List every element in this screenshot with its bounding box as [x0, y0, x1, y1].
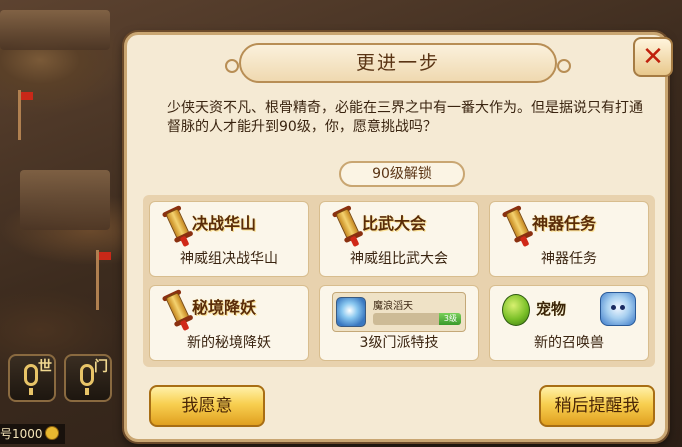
- roof-tiles: [0, 10, 110, 50]
- roof-tiles: [20, 170, 110, 230]
- banner-flag: [99, 252, 111, 260]
- skill-level: 3级: [443, 314, 457, 323]
- feature-icon-text: 秘境降妖: [192, 298, 257, 317]
- accept-button[interactable]: 我愿意: [149, 385, 265, 427]
- scroll-icon: [160, 288, 194, 332]
- skill-preview: 魔浪滔天 3级: [332, 292, 466, 332]
- feature-icon-text: 神器任务: [532, 214, 597, 233]
- beast-icon: [600, 292, 636, 326]
- feature-card-tournament: 比武大会 神威组比武大会: [319, 201, 479, 277]
- skill-icon: [336, 297, 366, 327]
- feature-icon-text: 宠物: [536, 300, 567, 318]
- microphone-stand: [29, 388, 33, 395]
- feature-icon-text: 决战华山: [192, 214, 257, 233]
- feature-caption: 新的秘境降妖: [187, 335, 271, 351]
- feature-icon-text: 比武大会: [362, 214, 427, 233]
- gold-counter: 号1000: [0, 424, 65, 444]
- remind-later-button[interactable]: 稍后提醒我: [539, 385, 655, 427]
- microphone-icon: [24, 364, 38, 386]
- banner-flag: [21, 92, 33, 100]
- voice-sect-button[interactable]: 门: [64, 354, 112, 402]
- scroll-icon: [160, 204, 194, 248]
- feature-card-pet: 宠物 新的召唤兽: [489, 285, 649, 361]
- close-button[interactable]: ✕: [633, 37, 673, 77]
- microphone-icon: [80, 364, 94, 386]
- coin-icon: [44, 426, 59, 440]
- feature-card-sect-skill: 魔浪滔天 3级 3级门派特技: [319, 285, 479, 361]
- feature-caption: 神威组比武大会: [350, 251, 448, 267]
- skill-name: 魔浪滔天: [373, 301, 413, 312]
- unlock-header: 90级解锁: [339, 161, 465, 187]
- feature-card-artifact-quest: 神器任务 神器任务: [489, 201, 649, 277]
- dialog-message: 少侠天资不凡、根骨精奇，必能在三界之中有一番大作为。但是据说只有打通督脉的人才能…: [167, 100, 643, 135]
- feature-caption: 新的召唤兽: [534, 335, 604, 351]
- voice-world-button[interactable]: 世: [8, 354, 56, 402]
- feature-caption: 神威组决战华山: [180, 251, 278, 267]
- voice-sect-label: 门: [94, 359, 108, 375]
- unlock-feature-grid: 决战华山 神威组决战华山 比武大会 神威组比武大会 神器任务 神器任务 秘境降妖…: [143, 195, 655, 367]
- voice-world-label: 世: [38, 359, 52, 375]
- gold-text: 号1000: [0, 427, 43, 441]
- microphone-stand: [85, 388, 89, 395]
- scroll-icon: [500, 204, 534, 248]
- feature-card-huashan: 决战华山 神威组决战华山: [149, 201, 309, 277]
- dialog-title: 更进一步: [225, 43, 571, 83]
- close-icon: ✕: [642, 42, 664, 72]
- scroll-icon: [330, 204, 364, 248]
- skill-progress-bar: 3级: [373, 313, 461, 325]
- pet-egg-icon: [502, 294, 530, 326]
- feature-caption: 神器任务: [541, 251, 597, 267]
- feature-caption: 3级门派特技: [359, 335, 439, 351]
- advance-dialog: 更进一步 ✕ 少侠天资不凡、根骨精奇，必能在三界之中有一番大作为。但是据说只有打…: [124, 32, 673, 442]
- feature-card-secret-realm: 秘境降妖 新的秘境降妖: [149, 285, 309, 361]
